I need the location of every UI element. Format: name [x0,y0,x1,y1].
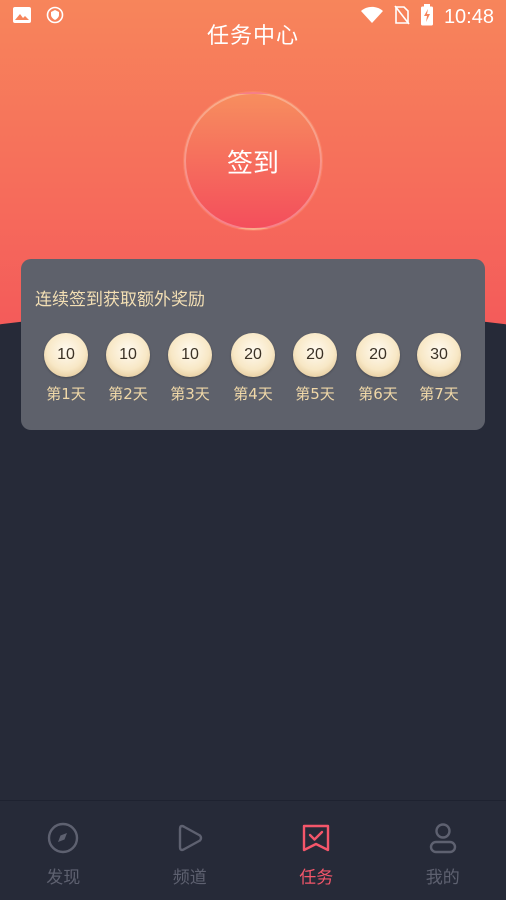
reward-day-2: 10 第2天 [97,333,159,413]
reward-day-label: 第5天 [295,385,335,403]
reward-card-title: 连续签到获取额外奖励 [35,290,205,310]
reward-day-6: 20 第6天 [347,333,409,413]
play-icon [173,821,207,859]
checkin-button[interactable]: 签到 [184,92,322,230]
reward-coin: 10 [106,333,150,377]
page-title: 任务中心 [206,24,299,49]
reward-coin: 10 [44,333,88,377]
reward-day-label: 第7天 [419,385,459,403]
tab-channels-label: 频道 [172,868,207,888]
reward-coin: 10 [168,333,212,377]
checkin-button-label: 签到 [226,148,279,179]
reward-day-3: 10 第3天 [159,333,221,413]
tab-channels[interactable]: 频道 [127,801,254,900]
reward-day-4: 20 第4天 [222,333,284,413]
reward-coin: 20 [293,333,337,377]
reward-coin: 20 [356,333,400,377]
tab-profile[interactable]: 我的 [380,801,506,900]
bottom-tab-bar: 发现 频道 任务 我的 [0,800,506,900]
tab-profile-label: 我的 [425,868,460,888]
reward-day-label: 第4天 [233,385,273,403]
reward-day-label: 第6天 [358,385,398,403]
reward-day-7: 30 第7天 [408,333,470,413]
reward-day-label: 第1天 [46,385,86,403]
tab-tasks[interactable]: 任务 [253,801,380,900]
tab-tasks-label: 任务 [299,868,334,888]
reward-coin: 20 [231,333,275,377]
reward-day-1: 10 第1天 [35,333,97,413]
reward-day-5: 20 第5天 [284,333,346,413]
reward-card: 连续签到获取额外奖励 10 第1天 10 第2天 10 第3天 20 第4天 2… [21,259,485,430]
tab-discover-label: 发现 [46,868,81,888]
user-icon [426,821,460,859]
reward-coin: 30 [417,333,461,377]
reward-day-label: 第3天 [170,385,210,403]
reward-day-label: 第2天 [108,385,148,403]
tab-discover[interactable]: 发现 [0,801,127,900]
reward-days: 10 第1天 10 第2天 10 第3天 20 第4天 20 第5天 20 第6… [21,333,485,413]
compass-icon [46,821,80,859]
task-check-icon [299,821,333,859]
